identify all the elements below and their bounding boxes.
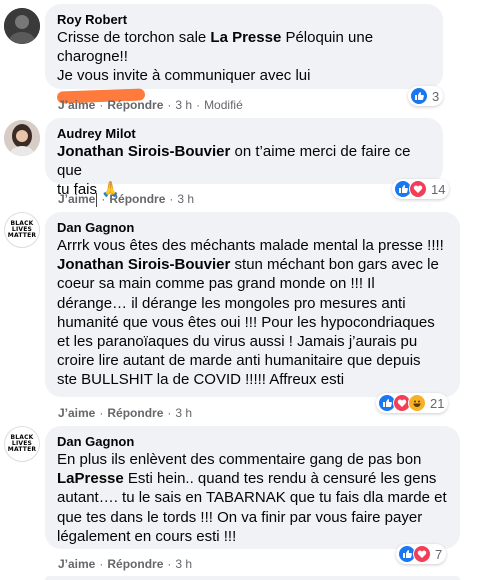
comment-bubble: Audrey Milot Jonathan Sirois-Bouvier on … <box>45 118 443 198</box>
avatar[interactable] <box>4 8 40 44</box>
reaction-count: 14 <box>431 181 446 197</box>
comment-text: Arrrk vous êtes des méchants malade ment… <box>57 237 444 389</box>
reaction-count: 21 <box>430 395 445 411</box>
profile-photo-icon <box>4 120 40 156</box>
mention-link[interactable]: LaPresse <box>57 470 124 487</box>
comment-text: Crisse de torchon sale La Presse Péloqui… <box>56 28 431 105</box>
page-tag[interactable]: La Presse <box>210 29 281 46</box>
comment-author[interactable]: Dan Gagnon <box>57 219 448 236</box>
avatar-badge-text: BLACK LIVES MATTER <box>7 220 37 239</box>
timestamp[interactable]: 3 h <box>175 406 192 420</box>
comment-actions: J’aime · Répondre · 3 h · Modifié <box>58 98 243 112</box>
mention-link[interactable]: Jonathan Sirois-Bouvier <box>57 256 230 273</box>
like-icon <box>410 87 428 105</box>
like-button[interactable]: J’aime <box>58 557 95 571</box>
avatar[interactable] <box>4 120 40 156</box>
reply-button[interactable]: Répondre <box>107 98 163 112</box>
comment-author[interactable]: Roy Robert <box>57 11 431 28</box>
avatar[interactable]: BLACK LIVES MATTER <box>4 426 40 462</box>
timestamp[interactable]: 3 h <box>175 98 192 112</box>
timestamp[interactable]: 3 h <box>177 192 194 206</box>
like-button[interactable]: J’aime <box>58 98 95 112</box>
reaction-summary[interactable]: 21 <box>376 393 449 413</box>
reaction-count: 3 <box>432 88 440 104</box>
reaction-summary[interactable]: 3 <box>408 86 444 106</box>
next-comment-bubble <box>45 576 460 580</box>
love-icon <box>409 180 427 198</box>
mention-link[interactable]: Jonathan Sirois-Bouvier <box>57 143 230 160</box>
reply-button[interactable]: Répondre <box>109 192 165 206</box>
love-icon <box>413 545 431 563</box>
comment-actions: J’aime · Répondre · 3 h <box>58 557 193 571</box>
reaction-summary[interactable]: 14 <box>392 179 450 199</box>
reaction-count: 7 <box>435 546 443 562</box>
laugh-icon <box>408 394 426 412</box>
comment-bubble: Roy Robert Crisse de torchon sale La Pre… <box>45 4 443 104</box>
like-button[interactable]: J’aime <box>58 406 95 420</box>
reply-button[interactable]: Répondre <box>107 406 163 420</box>
like-button[interactable]: J’aime <box>58 192 98 207</box>
reply-button[interactable]: Répondre <box>107 557 163 571</box>
comment-author[interactable]: Dan Gagnon <box>57 433 448 450</box>
comment-text: En plus ils enlèvent des commentaire gan… <box>57 451 447 545</box>
comment-bubble: Dan Gagnon Arrrk vous êtes des méchants … <box>45 212 460 397</box>
text-cursor-icon <box>96 192 98 207</box>
edited-label: Modifié <box>204 98 243 112</box>
comment-author[interactable]: Audrey Milot <box>57 125 431 142</box>
avatar-badge-text: BLACK LIVES MATTER <box>7 434 37 453</box>
comment-bubble: Dan Gagnon En plus ils enlèvent des comm… <box>45 426 460 549</box>
reaction-summary[interactable]: 7 <box>396 544 447 564</box>
timestamp[interactable]: 3 h <box>175 557 192 571</box>
comment-actions: J’aime · Répondre · 3 h <box>58 192 195 207</box>
profile-photo-icon <box>4 8 40 44</box>
comment-actions: J’aime · Répondre · 3 h <box>58 406 193 420</box>
avatar[interactable]: BLACK LIVES MATTER <box>4 212 40 248</box>
